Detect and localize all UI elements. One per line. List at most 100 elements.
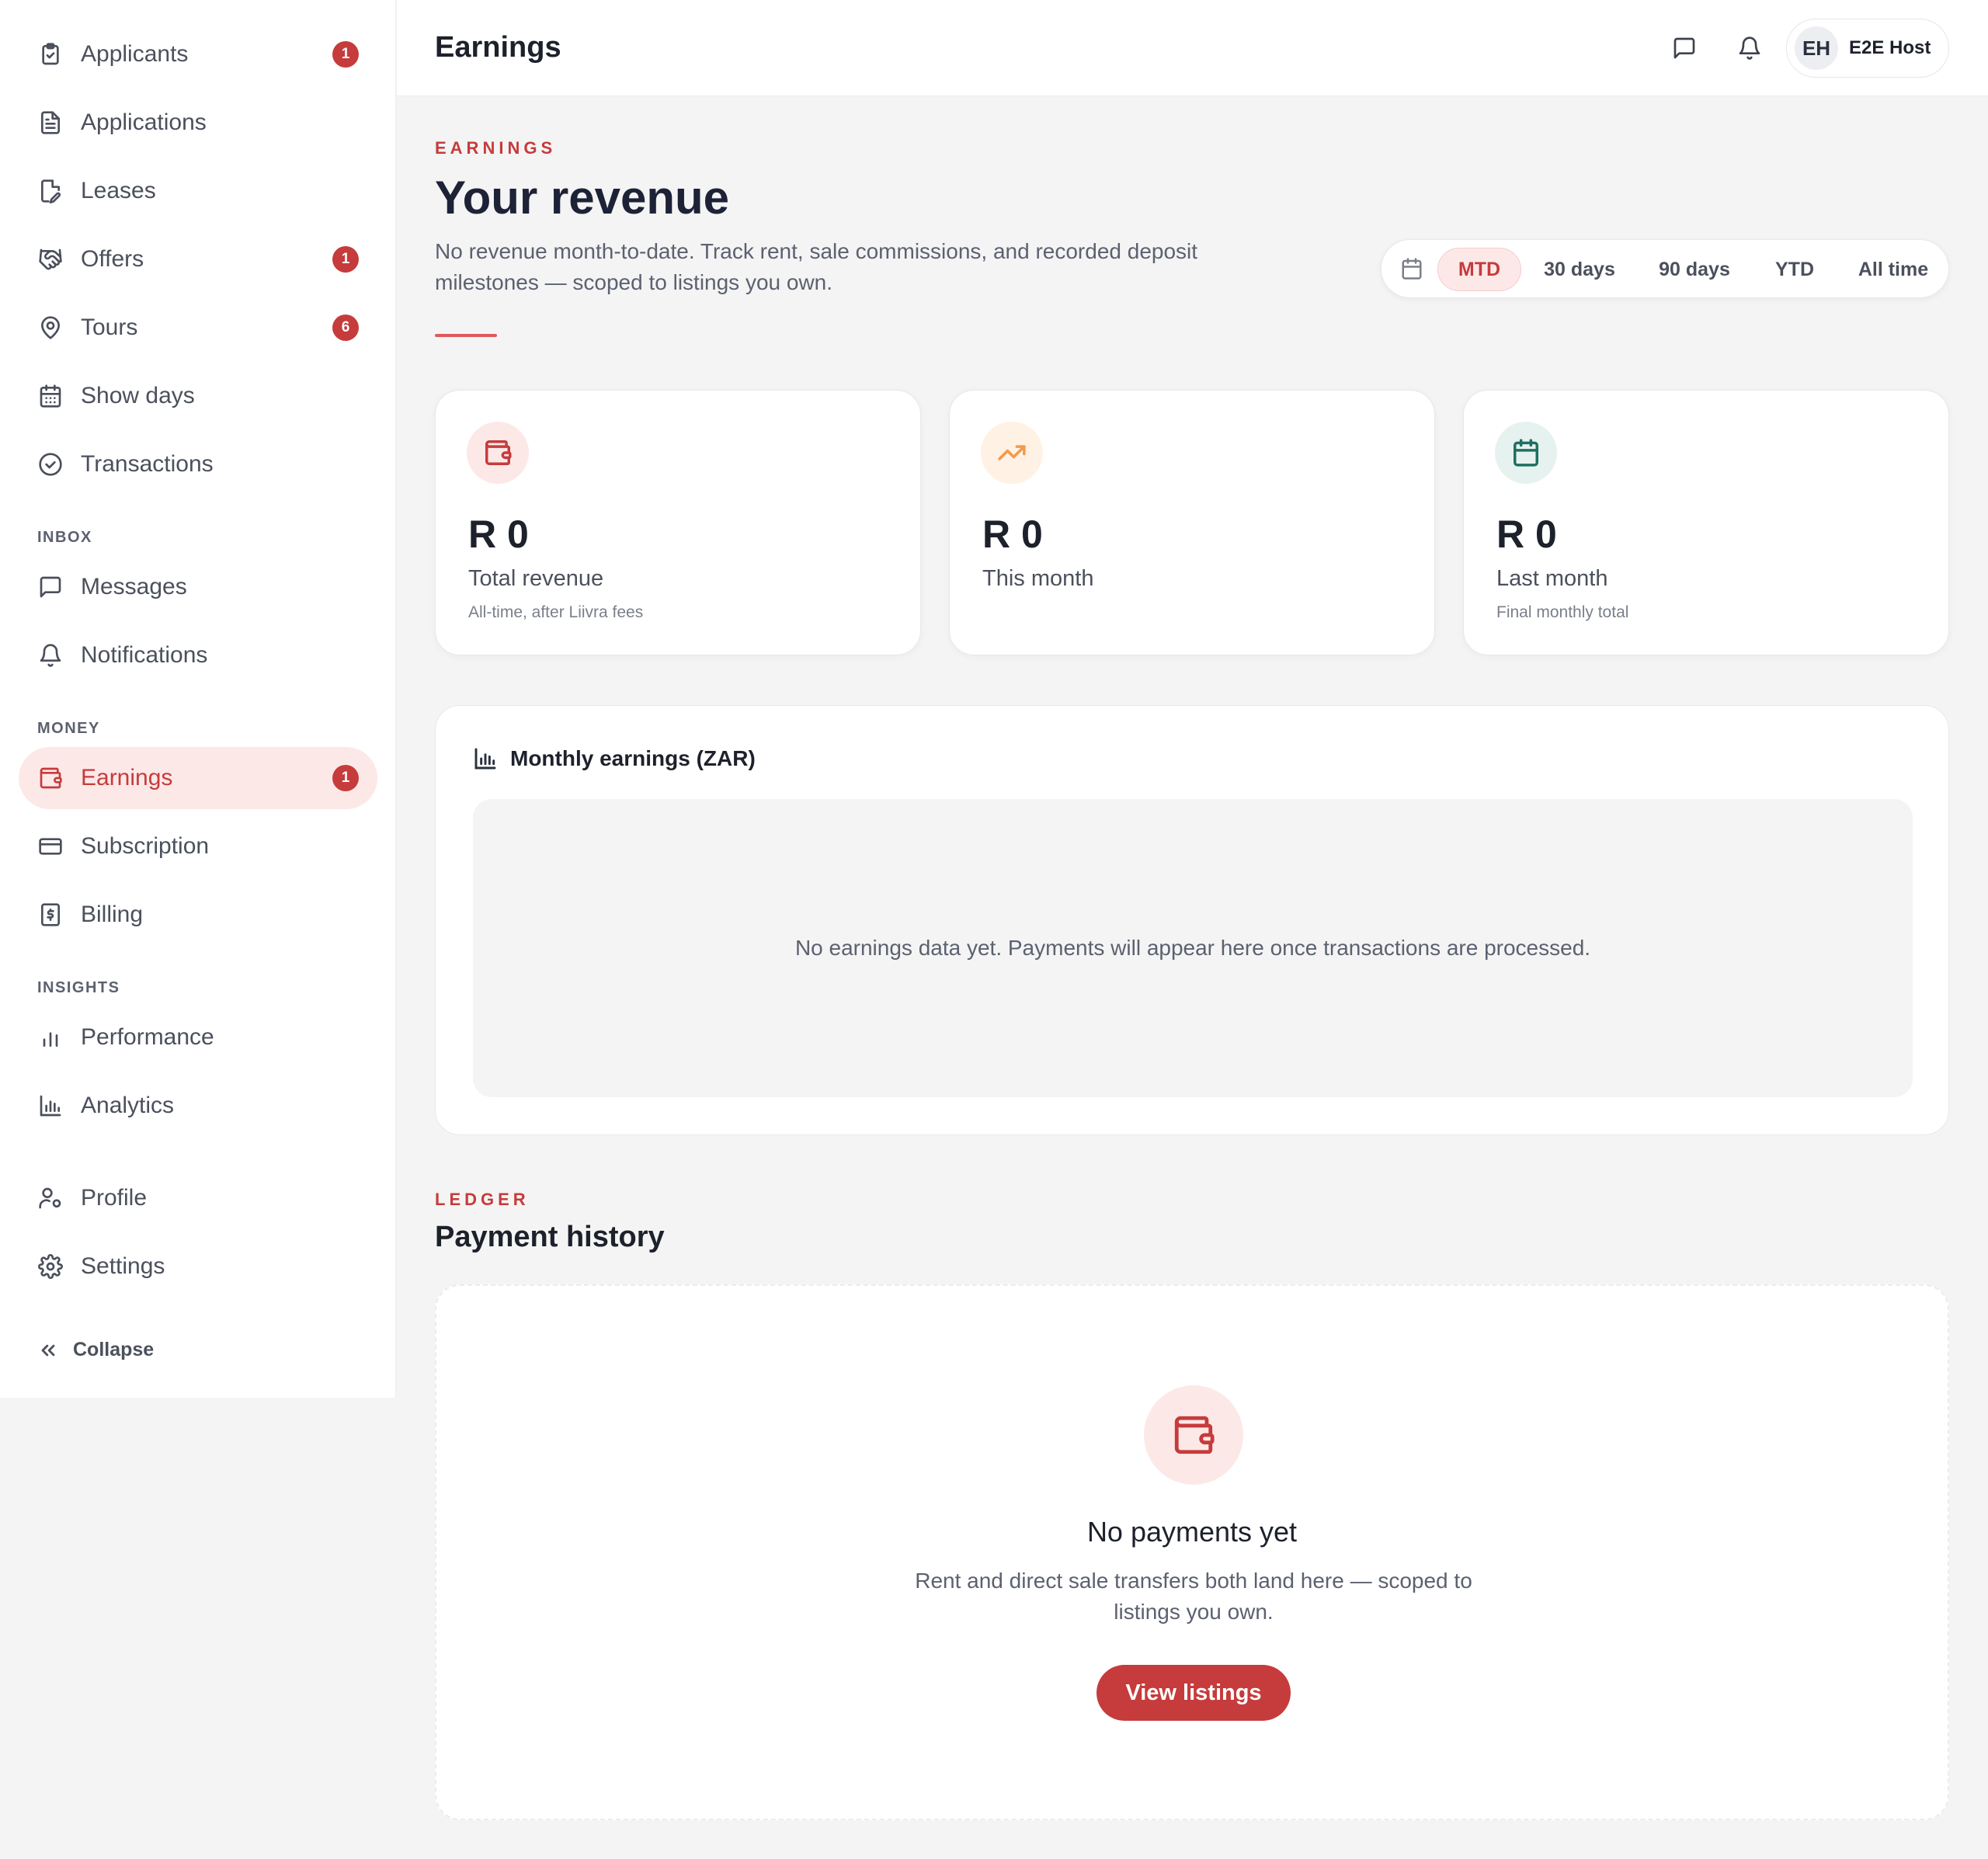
sidebar-item-performance[interactable]: Performance: [19, 1006, 377, 1068]
empty-state-description: Rent and direct sale transfers both land…: [915, 1569, 1472, 1624]
bell-icon: [37, 642, 64, 669]
accent-divider: [435, 334, 497, 337]
sidebar-item-label: Applications: [81, 109, 207, 135]
calendar-icon: [1495, 422, 1557, 484]
messages-button[interactable]: [1669, 33, 1700, 64]
stat-subtext: All-time, after Liivra fees: [468, 603, 644, 621]
sidebar-item-leases[interactable]: Leases: [19, 160, 377, 222]
clipboard-icon: [37, 41, 64, 68]
section-eyebrow: EARNINGS: [435, 138, 557, 158]
bar-chart-icon: [474, 748, 496, 770]
bell-icon: [1739, 36, 1760, 60]
stat-value: R 0: [468, 513, 529, 556]
document-icon: [37, 109, 64, 136]
sidebar-item-applicants[interactable]: Applicants 1: [19, 23, 377, 85]
sidebar-item-billing[interactable]: Billing: [19, 884, 377, 946]
receipt-icon: [37, 902, 64, 928]
view-listings-button[interactable]: View listings: [1097, 1665, 1291, 1721]
sidebar-item-label: Analytics: [81, 1093, 175, 1118]
sidebar-item-label: Messages: [81, 574, 187, 599]
chart-icon: [37, 1093, 64, 1119]
range-option-all-time[interactable]: All time: [1846, 248, 1941, 291]
section-title-money: MONEY: [37, 720, 100, 737]
wallet-icon: [1144, 1385, 1243, 1485]
sidebar-item-label: Offers: [81, 246, 144, 272]
user-cog-icon: [37, 1185, 64, 1211]
map-pin-icon: [37, 314, 64, 341]
notifications-button[interactable]: [1734, 33, 1765, 64]
sidebar-item-analytics[interactable]: Analytics: [19, 1075, 377, 1137]
ledger-title: Payment history: [435, 1221, 665, 1253]
file-edit-icon: [37, 178, 64, 204]
user-menu[interactable]: EH E2E Host: [1786, 19, 1949, 78]
page-title: Earnings: [435, 31, 561, 64]
sidebar-item-label: Applicants: [81, 41, 189, 67]
collapse-label: Collapse: [73, 1339, 155, 1360]
count-badge: 1: [332, 765, 359, 791]
user-name: E2E Host: [1849, 37, 1931, 58]
stat-value: R 0: [1496, 513, 1557, 556]
sidebar-item-settings[interactable]: Settings: [19, 1235, 377, 1298]
credit-card-icon: [37, 833, 64, 860]
chart-header: Monthly earnings (ZAR): [473, 746, 756, 771]
sidebar-item-label: Notifications: [81, 642, 208, 668]
section-title-insights: INSIGHTS: [37, 979, 120, 996]
sidebar-item-label: Show days: [81, 383, 195, 408]
message-icon: [37, 574, 64, 600]
stat-label: Last month: [1496, 566, 1608, 591]
sidebar-item-label: Transactions: [81, 451, 214, 477]
check-circle-icon: [37, 451, 64, 478]
sidebar-item-offers[interactable]: Offers 1: [19, 228, 377, 290]
hero-title: Your revenue: [435, 172, 730, 224]
topbar: Earnings: [397, 0, 1988, 96]
wallet-icon: [467, 422, 529, 484]
sidebar-item-profile[interactable]: Profile: [19, 1167, 377, 1229]
sidebar-item-label: Performance: [81, 1024, 214, 1050]
avatar: EH: [1795, 26, 1838, 70]
range-option-ytd[interactable]: YTD: [1760, 248, 1829, 291]
wallet-icon: [37, 765, 64, 791]
monthly-earnings-card: Monthly earnings (ZAR) No earnings data …: [435, 705, 1949, 1135]
handshake-icon: [37, 246, 64, 273]
ledger-eyebrow: LEDGER: [435, 1190, 530, 1209]
calendar-icon: [1400, 257, 1423, 284]
chevrons-left-icon: [41, 1344, 55, 1356]
sidebar-item-notifications[interactable]: Notifications: [19, 624, 377, 686]
chart-empty-state: No earnings data yet. Payments will appe…: [473, 799, 1913, 1097]
stat-label: Total revenue: [468, 566, 604, 591]
sidebar-item-earnings[interactable]: Earnings 1: [19, 747, 377, 809]
sidebar-item-messages[interactable]: Messages: [19, 556, 377, 618]
gear-icon: [37, 1253, 64, 1280]
sidebar-item-label: Leases: [81, 178, 156, 203]
trending-up-icon: [981, 422, 1043, 484]
sidebar-item-label: Subscription: [81, 833, 210, 859]
payment-history-empty-card: No payments yet Rent and direct sale tra…: [435, 1284, 1949, 1820]
count-badge: 6: [332, 314, 359, 341]
calendar-icon: [37, 383, 64, 409]
hero-description: No revenue month-to-date. Track rent, sa…: [435, 239, 1198, 294]
sidebar-item-label: Settings: [81, 1253, 165, 1279]
stat-card-total-revenue: R 0 Total revenue All-time, after Liivra…: [435, 390, 921, 655]
collapse-button[interactable]: Collapse: [37, 1339, 154, 1361]
sidebar-item-subscription[interactable]: Subscription: [19, 815, 377, 877]
count-badge: 1: [332, 41, 359, 68]
sidebar-item-label: Earnings: [81, 765, 173, 791]
sidebar-item-label: Billing: [81, 902, 144, 927]
bar-chart-icon: [37, 1024, 64, 1051]
stat-card-this-month: R 0 This month: [949, 390, 1435, 655]
sidebar-item-label: Tours: [81, 314, 138, 340]
sidebar-item-label: Profile: [81, 1185, 148, 1211]
range-option-90-days[interactable]: 90 days: [1647, 248, 1742, 291]
sidebar-item-applications[interactable]: Applications: [19, 92, 377, 154]
sidebar-item-show-days[interactable]: Show days: [19, 365, 377, 427]
sidebar-item-transactions[interactable]: Transactions: [19, 433, 377, 495]
range-option-30-days[interactable]: 30 days: [1532, 248, 1627, 291]
stat-card-last-month: R 0 Last month Final monthly total: [1463, 390, 1949, 655]
count-badge: 1: [332, 246, 359, 273]
range-option-mtd[interactable]: MTD: [1437, 248, 1521, 291]
sidebar: Applicants 1 Applications Leases Offers …: [0, 0, 396, 1398]
chart-title: Monthly earnings (ZAR): [510, 746, 756, 770]
sidebar-item-tours[interactable]: Tours 6: [19, 297, 377, 359]
stat-label: This month: [982, 566, 1094, 591]
chart-empty-text: No earnings data yet. Payments will appe…: [794, 936, 1591, 960]
